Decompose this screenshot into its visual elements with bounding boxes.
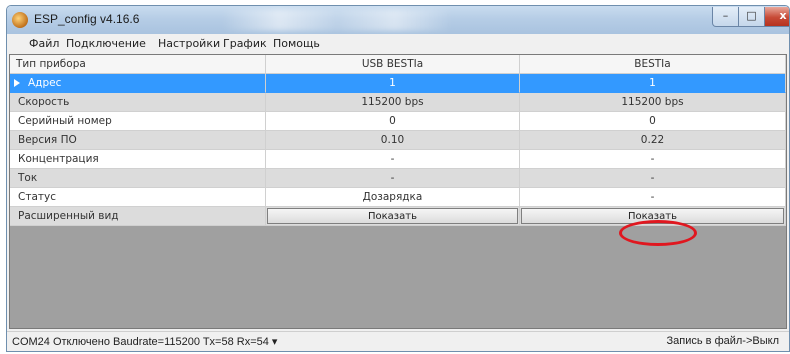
annotation-circle xyxy=(619,220,697,246)
grid-header-row: Тип прибора USB BESTIa BESTIa xyxy=(10,55,786,74)
cell-value[interactable]: 115200 bps xyxy=(520,93,786,112)
cell-value[interactable]: 0 xyxy=(266,112,520,131)
cell-value[interactable]: 0.22 xyxy=(520,131,786,150)
status-bar: COM24 Отключено Baudrate=115200 Tx=58 Rx… xyxy=(7,331,789,351)
cell-value[interactable]: - xyxy=(520,188,786,207)
cell-value[interactable]: 0.10 xyxy=(266,131,520,150)
cell-value[interactable]: Дозарядка xyxy=(266,188,520,207)
show-usb-bestia-button[interactable]: Показать xyxy=(267,208,518,224)
cell-value[interactable]: 1 xyxy=(520,74,786,93)
column-header-type[interactable]: Тип прибора xyxy=(10,55,266,74)
cell-value[interactable]: 0 xyxy=(520,112,786,131)
device-grid: Тип прибора USB BESTIa BESTIa Адрес 1 1 … xyxy=(9,54,787,329)
row-label[interactable]: Статус xyxy=(10,188,266,207)
column-header-bestia[interactable]: BESTIa xyxy=(520,55,786,74)
table-row-firmware[interactable]: Версия ПО 0.10 0.22 xyxy=(10,131,786,150)
maximize-button[interactable]: □ xyxy=(738,7,765,27)
cell-value[interactable]: - xyxy=(520,169,786,188)
app-window: ESP_config v4.16.6 – □ x Файл Подключени… xyxy=(6,5,790,352)
table-row-speed[interactable]: Скорость 115200 bps 115200 bps xyxy=(10,93,786,112)
cell-button-container: Показать xyxy=(266,207,520,226)
menu-bar: Файл Подключение Настройки График Помощь xyxy=(7,34,789,54)
app-icon xyxy=(12,12,28,28)
table-row-current[interactable]: Ток - - xyxy=(10,169,786,188)
table-row-status[interactable]: Статус Дозарядка - xyxy=(10,188,786,207)
menu-graph[interactable]: График xyxy=(223,37,267,50)
menu-file[interactable]: Файл xyxy=(29,37,59,50)
menu-connection[interactable]: Подключение xyxy=(66,37,146,50)
row-selector-arrow-icon xyxy=(14,79,20,87)
cell-value[interactable]: 115200 bps xyxy=(266,93,520,112)
title-bar-blur xyxy=(222,9,452,31)
cell-value[interactable]: - xyxy=(266,150,520,169)
file-logging-status[interactable]: Запись в файл->Выкл xyxy=(667,335,779,347)
title-bar[interactable]: ESP_config v4.16.6 – □ x xyxy=(7,6,789,34)
minimize-button[interactable]: – xyxy=(712,7,739,27)
row-label[interactable]: Ток xyxy=(10,169,266,188)
row-label[interactable]: Расширенный вид xyxy=(10,207,266,226)
cell-value[interactable]: - xyxy=(266,169,520,188)
row-label[interactable]: Серийный номер xyxy=(10,112,266,131)
row-label[interactable]: Адрес xyxy=(10,74,266,93)
row-label[interactable]: Скорость xyxy=(10,93,266,112)
menu-settings[interactable]: Настройки xyxy=(158,37,220,50)
table-row-serial[interactable]: Серийный номер 0 0 xyxy=(10,112,786,131)
cell-value[interactable]: 1 xyxy=(266,74,520,93)
window-title: ESP_config v4.16.6 xyxy=(34,12,140,26)
table-row-address[interactable]: Адрес 1 1 xyxy=(10,74,786,93)
row-label[interactable]: Версия ПО xyxy=(10,131,266,150)
close-button[interactable]: x xyxy=(764,7,789,27)
cell-value[interactable]: - xyxy=(520,150,786,169)
menu-help[interactable]: Помощь xyxy=(273,37,320,50)
row-label[interactable]: Концентрация xyxy=(10,150,266,169)
connection-status[interactable]: COM24 Отключено Baudrate=115200 Tx=58 Rx… xyxy=(12,335,277,348)
column-header-usb-bestia[interactable]: USB BESTIa xyxy=(266,55,520,74)
table-row-concentration[interactable]: Концентрация - - xyxy=(10,150,786,169)
